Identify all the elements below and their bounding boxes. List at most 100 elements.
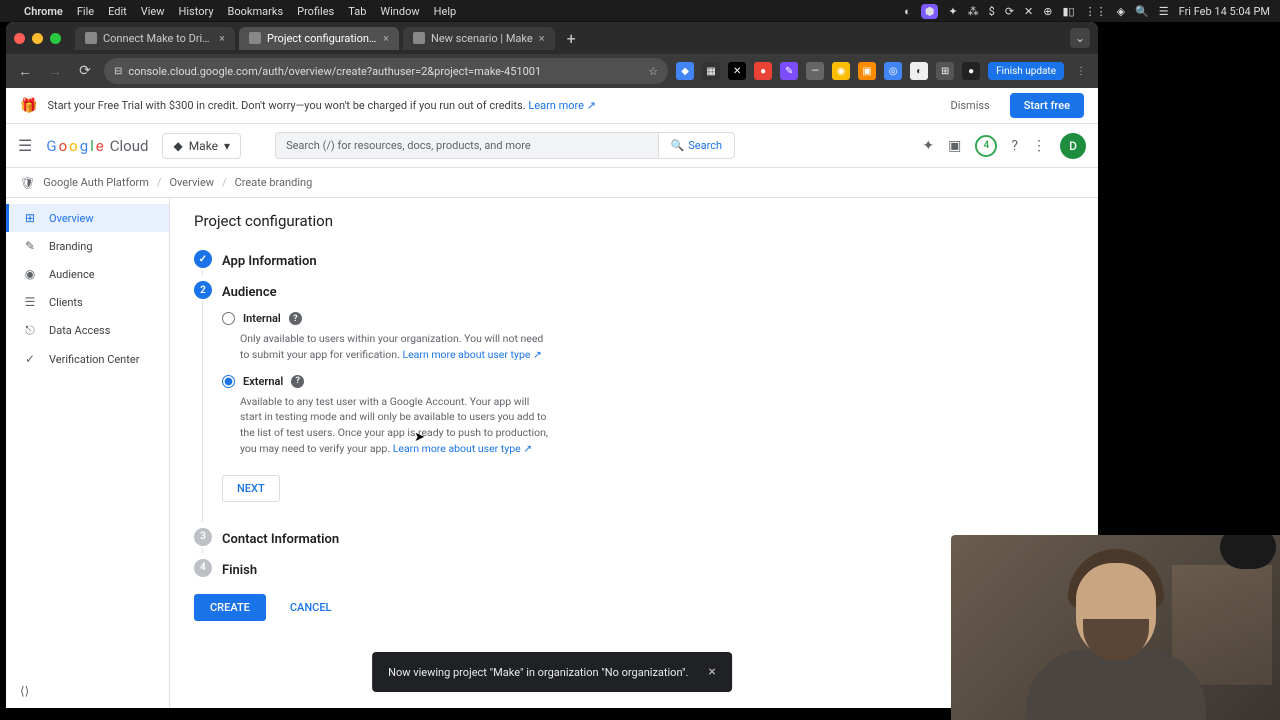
toast-close-icon[interactable]: × xyxy=(708,664,715,680)
menu-history[interactable]: History xyxy=(179,5,214,18)
search-icon: 🔍 xyxy=(671,139,685,152)
tab-title: Project configuration – Goog xyxy=(267,32,377,45)
browser-tab[interactable]: Connect Make to Drive × xyxy=(75,27,235,50)
radio-input[interactable] xyxy=(222,375,235,388)
start-free-button[interactable]: Start free xyxy=(1010,93,1084,118)
learn-more-link[interactable]: Learn more ↗ xyxy=(528,99,596,112)
info-icon[interactable]: ? xyxy=(291,375,304,388)
extension-icon[interactable]: ⊞ xyxy=(936,62,954,80)
help-icon[interactable]: ? xyxy=(1011,138,1018,154)
breadcrumb: 🛡 Google Auth Platform / Overview / Crea… xyxy=(6,168,1098,198)
sidebar-item-branding[interactable]: ✎Branding xyxy=(6,232,169,260)
learn-more-link[interactable]: Learn more about user type ↗ xyxy=(402,348,541,361)
forward-button[interactable]: → xyxy=(44,63,66,80)
status-icon[interactable]: ◐ xyxy=(904,5,911,18)
cancel-button[interactable]: CANCEL xyxy=(280,594,342,621)
radio-input[interactable] xyxy=(222,312,235,325)
tab-close-icon[interactable]: × xyxy=(383,32,389,45)
breadcrumb-item[interactable]: Overview xyxy=(169,176,214,189)
project-picker[interactable]: ◆ Make ▾ xyxy=(162,133,241,159)
menu-view[interactable]: View xyxy=(141,5,165,18)
menu-profiles[interactable]: Profiles xyxy=(297,5,334,18)
extension-icon[interactable]: ◉ xyxy=(832,62,850,80)
menu-window[interactable]: Window xyxy=(380,5,419,18)
status-icon[interactable]: ✦ xyxy=(948,5,957,18)
finish-update-button[interactable]: Finish update xyxy=(988,62,1064,80)
free-trial-banner: 🎁 Start your Free Trial with $300 in cre… xyxy=(6,88,1098,124)
battery-icon[interactable]: ▮▯ xyxy=(1062,5,1074,18)
google-cloud-logo[interactable]: Google Cloud xyxy=(46,137,148,155)
step-finish[interactable]: 4 Finish xyxy=(194,559,1074,578)
wifi-icon[interactable]: ◈ xyxy=(1117,5,1125,18)
wifi-icon[interactable]: ⋮⋮ xyxy=(1085,5,1107,18)
status-icon[interactable]: ⟳ xyxy=(1005,5,1014,18)
status-icon[interactable]: ✕ xyxy=(1024,5,1033,18)
hamburger-icon[interactable]: ☰ xyxy=(18,136,32,155)
info-icon[interactable]: ? xyxy=(289,312,302,325)
browser-tab[interactable]: Project configuration – Goog × xyxy=(239,27,399,50)
extension-icon[interactable]: ◆ xyxy=(676,62,694,80)
dismiss-button[interactable]: Dismiss xyxy=(940,95,999,116)
credits-badge[interactable]: 4 xyxy=(975,135,997,157)
radio-internal[interactable]: Internal ? xyxy=(222,312,552,325)
back-button[interactable]: ← xyxy=(14,63,36,80)
search-input[interactable]: Search (/) for resources, docs, products… xyxy=(275,132,658,159)
search-icon[interactable]: 🔍 xyxy=(1135,5,1149,18)
breadcrumb-item[interactable]: Google Auth Platform xyxy=(43,176,149,189)
sidebar-item-overview[interactable]: ⊞Overview xyxy=(6,204,169,232)
window-maximize-button[interactable] xyxy=(50,33,61,44)
extension-icon[interactable]: ✕ xyxy=(728,62,746,80)
radio-external[interactable]: External ? xyxy=(222,375,552,388)
reload-button[interactable]: ⟳ xyxy=(74,63,96,79)
window-controls xyxy=(14,33,61,44)
more-icon[interactable]: ⋮ xyxy=(1032,138,1046,154)
sidebar-item-data-access[interactable]: ⎋Data Access xyxy=(6,316,169,345)
active-app[interactable]: Chrome xyxy=(24,5,63,18)
control-center-icon[interactable]: ☰ xyxy=(1159,5,1169,18)
browser-menu-icon[interactable]: ⋮ xyxy=(1072,62,1090,80)
extension-icons: ◆ ▦ ✕ ● ✎ — ◉ ▣ ◎ ◐ ⊞ ● Finish update ⋮ xyxy=(676,62,1090,80)
menu-tab[interactable]: Tab xyxy=(348,5,366,18)
window-close-button[interactable] xyxy=(14,33,25,44)
tab-close-icon[interactable]: × xyxy=(539,32,545,45)
tab-close-icon[interactable]: × xyxy=(219,32,225,45)
browser-tab[interactable]: New scenario | Make × xyxy=(403,27,555,50)
learn-more-link[interactable]: Learn more about user type ↗ xyxy=(393,442,532,455)
menu-edit[interactable]: Edit xyxy=(108,5,127,18)
extension-icon[interactable]: ◎ xyxy=(884,62,902,80)
sidebar-item-verification[interactable]: ✓Verification Center xyxy=(6,345,169,373)
search-button[interactable]: 🔍 Search xyxy=(658,132,736,159)
extension-icon[interactable]: — xyxy=(806,62,824,80)
clock[interactable]: Fri Feb 14 5:04 PM xyxy=(1179,5,1270,18)
status-icon[interactable]: ⊕ xyxy=(1043,5,1052,18)
menu-help[interactable]: Help xyxy=(434,5,457,18)
extension-icon[interactable]: ▦ xyxy=(702,62,720,80)
menu-bookmarks[interactable]: Bookmarks xyxy=(228,5,284,18)
project-icon: ◆ xyxy=(173,139,182,153)
sidebar-item-audience[interactable]: ◉Audience xyxy=(6,260,169,288)
cloud-shell-icon[interactable]: ▣ xyxy=(948,138,961,154)
extension-icon[interactable]: ● xyxy=(754,62,772,80)
window-minimize-button[interactable] xyxy=(32,33,43,44)
site-info-icon[interactable]: ⊟ xyxy=(114,66,122,77)
sidebar-item-clients[interactable]: ☰Clients xyxy=(6,288,169,316)
extension-icon[interactable]: ◐ xyxy=(910,62,928,80)
status-icon[interactable]: $ xyxy=(989,5,995,18)
profile-icon[interactable]: ● xyxy=(962,62,980,80)
marketplace-icon[interactable]: ⟨⟩ xyxy=(20,684,29,698)
status-icon[interactable]: ⁂ xyxy=(968,5,979,18)
menu-file[interactable]: File xyxy=(77,5,94,18)
url-field[interactable]: ⊟ console.cloud.google.com/auth/overview… xyxy=(104,58,668,84)
new-tab-button[interactable]: + xyxy=(559,29,584,48)
tab-overflow-button[interactable]: ⌄ xyxy=(1070,28,1090,48)
bookmark-star-icon[interactable]: ☆ xyxy=(648,65,658,78)
create-button[interactable]: CREATE xyxy=(194,594,266,621)
extension-icon[interactable]: ▣ xyxy=(858,62,876,80)
account-avatar[interactable]: D xyxy=(1060,133,1086,159)
next-button[interactable]: NEXT xyxy=(222,475,280,502)
status-icon[interactable]: ⬢ xyxy=(921,4,939,19)
extension-icon[interactable]: ✎ xyxy=(780,62,798,80)
gemini-icon[interactable]: ✦ xyxy=(922,138,934,154)
step-app-information[interactable]: ✓ App Information xyxy=(194,250,1074,269)
step-contact-information[interactable]: 3 Contact Information xyxy=(194,528,1074,547)
